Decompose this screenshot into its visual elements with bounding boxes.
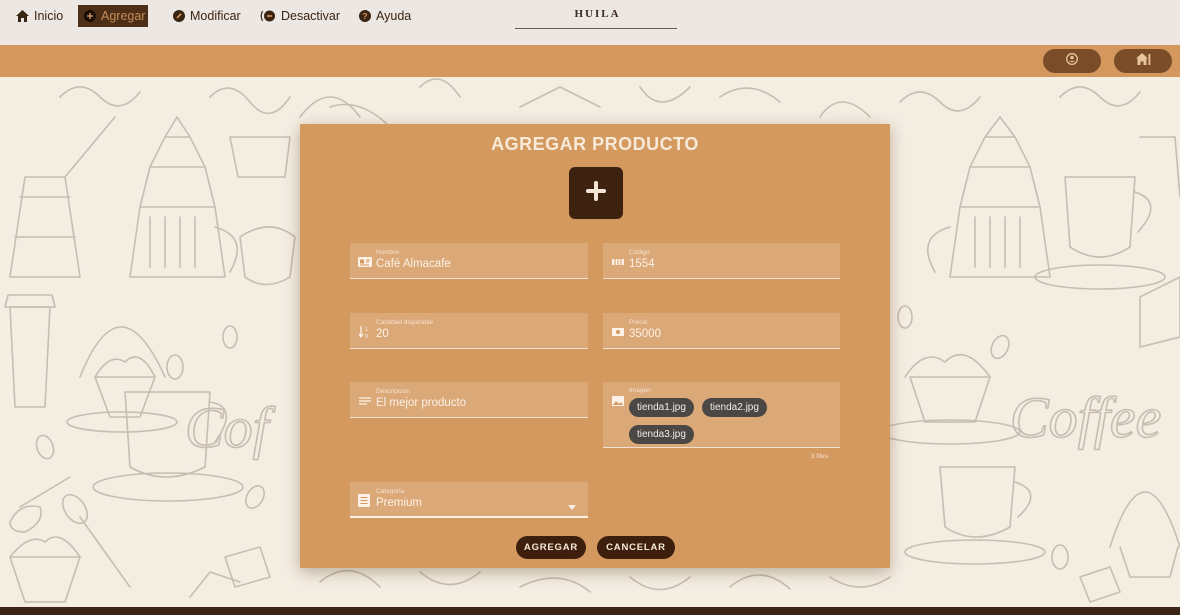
nombre-value: Café Almacafe (376, 258, 451, 270)
nombre-label: Nombre (376, 249, 400, 256)
chevron-down-icon (568, 497, 576, 515)
files-count: 3 files (811, 453, 828, 460)
home-alt-button[interactable] (1114, 49, 1172, 73)
descripcion-field[interactable]: Descripción El mejor producto (350, 382, 588, 418)
cantidad-label: Cantidad disponible (376, 319, 434, 326)
nav-item-label: Modificar (190, 9, 241, 23)
plus-circle-icon (84, 10, 96, 23)
sort-numeric-icon: 19 (358, 325, 372, 340)
brand-underline (515, 28, 677, 29)
add-button[interactable]: AGREGAR (516, 536, 586, 559)
categoria-select[interactable]: Categoria Premium (350, 482, 588, 518)
cantidad-value: 20 (376, 328, 389, 340)
page-title: AGREGAR PRODUCTO (491, 134, 699, 154)
nav-item-inicio[interactable]: Inicio (10, 5, 69, 27)
edit-circle-icon (172, 10, 185, 23)
nav-item-label: Desactivar (281, 9, 341, 23)
imagen-field[interactable]: Imagen tienda1.jpg tienda2.jpg tienda3.j… (603, 382, 840, 448)
bottom-bar (0, 607, 1180, 615)
svg-text:9: 9 (365, 334, 368, 339)
nav-item-ayuda[interactable]: ? Ayuda (352, 5, 417, 27)
categoria-value: Premium (376, 497, 423, 509)
svg-text:1: 1 (365, 327, 368, 333)
descripcion-label: Descripción (376, 388, 410, 395)
minus-circle-icon (260, 10, 276, 23)
help-circle-icon: ? (358, 10, 371, 23)
file-chip[interactable]: tienda3.jpg (629, 425, 694, 444)
imagen-label: Imagen (629, 387, 651, 394)
file-chip[interactable]: tienda1.jpg (629, 398, 694, 417)
account-icon (1066, 52, 1078, 70)
svg-text:?: ? (362, 11, 367, 21)
codigo-label: Código (629, 249, 650, 256)
nav-item-label: Agregar (101, 9, 146, 23)
cantidad-field[interactable]: 19 Cantidad disponible 20 (350, 313, 588, 349)
image-icon (611, 394, 625, 406)
nav-item-label: Inicio (34, 9, 64, 23)
plus-icon (586, 180, 606, 206)
list-box-icon (358, 494, 372, 507)
svg-text:Cof: Cof (185, 395, 276, 460)
svg-text:Coffee: Coffee (1010, 385, 1161, 450)
account-button[interactable] (1043, 49, 1101, 73)
nav-item-desactivar[interactable]: Desactivar (254, 5, 346, 27)
add-image-button[interactable] (569, 167, 623, 219)
precio-field[interactable]: Precio 35000 (603, 313, 840, 349)
nombre-field[interactable]: Nombre Café Almacafe (350, 243, 588, 279)
file-chip[interactable]: tienda2.jpg (702, 398, 767, 417)
descripcion-value: El mejor producto (376, 397, 467, 409)
navbar (0, 45, 1180, 77)
precio-value: 35000 (629, 328, 661, 340)
categoria-label: Categoria (376, 488, 405, 495)
nav-item-modificar[interactable]: Modificar (166, 5, 247, 27)
codigo-field[interactable]: Código 1554 (603, 243, 840, 279)
nav-item-label: Ayuda (376, 9, 412, 23)
barcode-icon (611, 255, 625, 267)
home-icon (16, 10, 29, 23)
nav-item-agregar[interactable]: Agregar (78, 5, 148, 27)
cancel-button[interactable]: CANCELAR (597, 536, 675, 559)
id-card-icon (358, 255, 372, 267)
text-icon (358, 394, 372, 406)
codigo-value: 1554 (629, 258, 655, 270)
brand-title: HUILA (574, 8, 621, 20)
precio-label: Precio (629, 319, 648, 326)
add-product-card: AGREGAR PRODUCTO Nombre Café Almacafe Có… (300, 124, 890, 568)
home-alt-icon (1135, 52, 1151, 70)
cash-icon (611, 325, 625, 337)
